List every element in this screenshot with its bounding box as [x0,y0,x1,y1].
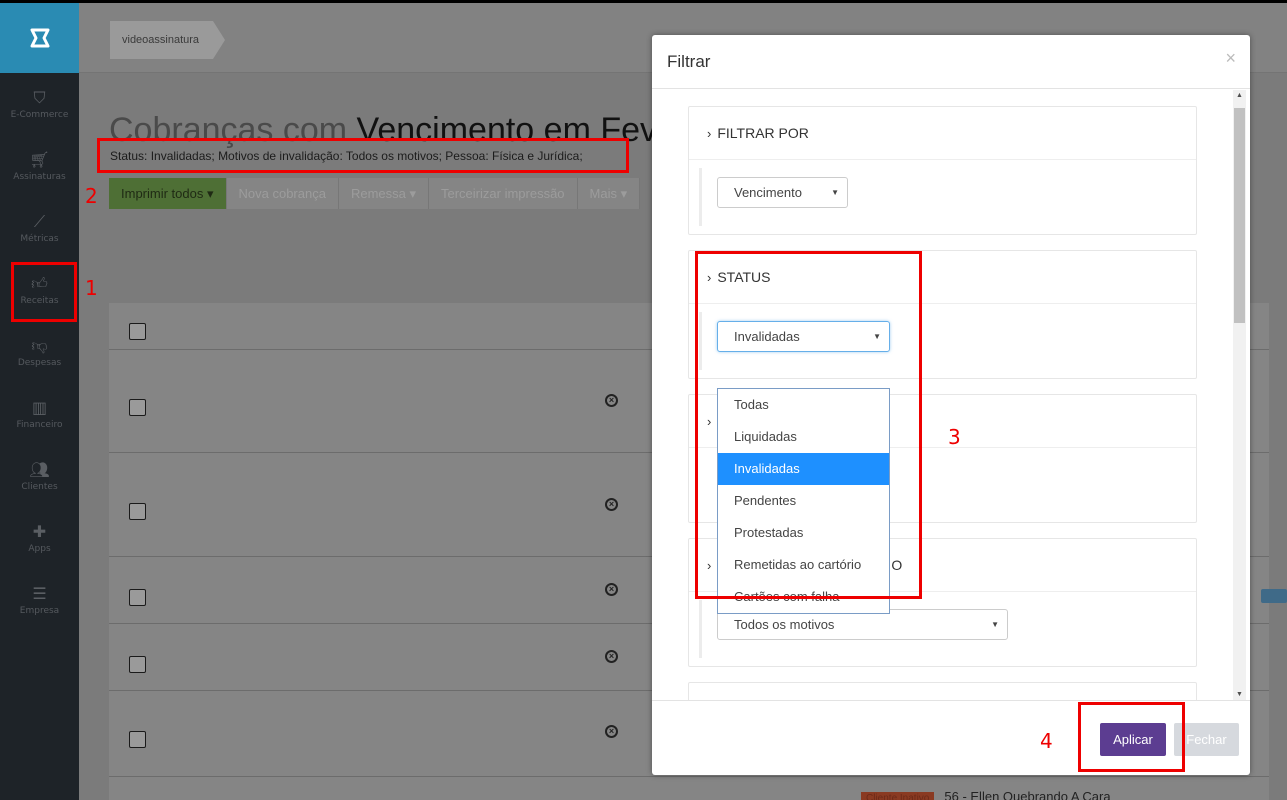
cancel-icon[interactable]: × [605,583,618,596]
annotation-box-4 [1078,702,1185,772]
sidebar: ⛉ E-Commerce 🛒︎ Assinaturas ⟋ Métricas 👍… [0,3,79,800]
annotation-number-3: 3 [948,425,961,449]
cart-icon: 🛒︎ [29,149,50,169]
next-panel [688,682,1197,700]
chevron-right-icon: › [707,125,712,141]
row-checkbox[interactable] [129,731,146,748]
top-border [0,0,1287,3]
row-checkbox[interactable] [129,589,146,606]
cancel-icon[interactable]: × [605,650,618,663]
users-icon: 👥︎ [29,459,50,479]
logo-icon [30,28,49,48]
status-badge [1261,589,1287,603]
print-all-button[interactable]: Imprimir todos ▾ [109,178,227,209]
sidebar-item-assinaturas[interactable]: 🛒︎ Assinaturas [0,135,79,197]
close-icon[interactable]: × [1225,48,1236,69]
cancel-icon[interactable]: × [605,394,618,407]
new-charge-button[interactable]: Nova cobrança [226,178,339,209]
caret-down-icon: ▼ [831,188,839,197]
annotation-number-2: 2 [85,184,98,208]
filter-by-heading[interactable]: › FILTRAR POR [689,107,1196,160]
select-all-checkbox[interactable] [129,323,146,340]
toolbar: Imprimir todos ▾ Nova cobrança Remessa ▾… [109,178,641,209]
chart-line-icon: ⟋ [33,211,46,231]
sidebar-item-financeiro[interactable]: ▥ Financeiro [0,383,79,445]
row-checkbox[interactable] [129,656,146,673]
customer-row-label: Cliente Inativo 56 - Ellen Quebrando A Ca… [861,789,1111,800]
inactive-badge: Cliente Inativo [861,792,935,800]
sidebar-item-empresa[interactable]: ☰ Empresa [0,569,79,631]
modal-title: Filtrar [667,52,711,71]
menu-icon: ☰ [32,583,47,603]
filter-by-select[interactable]: Vencimento ▼ [717,177,848,208]
row-checkbox[interactable] [129,503,146,520]
modal-scrollbar[interactable]: ▲ ▼ [1233,90,1246,700]
caret-down-icon: ▼ [991,620,999,629]
modal-header: Filtrar × [652,35,1250,89]
thumbs-down-icon: 👎︎ [31,335,48,355]
sidebar-item-ecommerce[interactable]: ⛉ E-Commerce [0,73,79,135]
scroll-up-icon[interactable]: ▲ [1236,92,1243,99]
annotation-number-4: 4 [1040,729,1053,753]
sidebar-item-despesas[interactable]: 👎︎ Despesas [0,321,79,383]
annotation-box-1 [11,262,77,322]
annotation-box-2 [97,138,629,173]
breadcrumb[interactable]: videoassinatura [110,21,226,59]
annotation-box-3 [695,251,922,599]
filter-by-panel: › FILTRAR POR Vencimento ▼ [688,106,1197,235]
sidebar-item-clientes[interactable]: 👥︎ Clientes [0,445,79,507]
cancel-icon[interactable]: × [605,725,618,738]
puzzle-icon: ✚ [32,521,47,541]
bag-icon: ⛉ [33,87,46,107]
scroll-down-icon[interactable]: ▼ [1236,691,1243,698]
sidebar-item-apps[interactable]: ✚ Apps [0,507,79,569]
sidebar-item-metricas[interactable]: ⟋ Métricas [0,197,79,259]
bar-chart-icon: ▥ [31,397,48,417]
outsource-print-button[interactable]: Terceirizar impressão [429,178,578,209]
remessa-button[interactable]: Remessa ▾ [338,178,429,209]
more-button[interactable]: Mais ▾ [577,178,641,209]
scrollbar-thumb[interactable] [1234,108,1245,323]
app-logo[interactable] [0,3,79,73]
row-checkbox[interactable] [129,399,146,416]
annotation-number-1: 1 [85,276,98,300]
cancel-icon[interactable]: × [605,498,618,511]
